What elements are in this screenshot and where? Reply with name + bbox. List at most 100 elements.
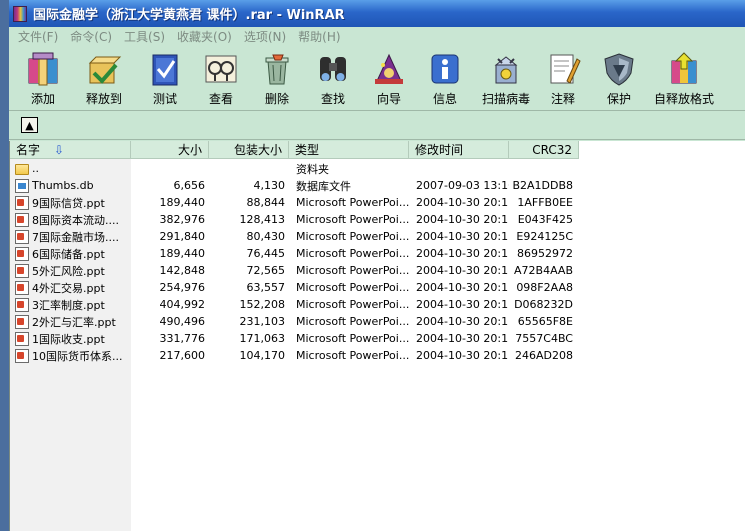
powerpoint-file-icon	[15, 297, 29, 312]
address-bar: ▲	[9, 110, 745, 140]
file-packed-size: 4,130	[253, 179, 286, 192]
powerpoint-file-icon	[15, 331, 29, 346]
file-name: ..	[32, 162, 39, 175]
file-type: Microsoft PowerPoi...	[296, 196, 409, 209]
virus-scan-icon	[487, 51, 525, 87]
file-name: 3汇率制度.ppt	[32, 298, 105, 312]
arrow-up-icon: ▲	[25, 118, 34, 132]
file-list-header: 名字 ⇩ 大小 包装大小 类型 修改时间 CRC32	[10, 141, 745, 159]
column-header-crc[interactable]: CRC32	[509, 141, 579, 159]
file-row[interactable]: 3汇率制度.ppt 404,992 152,208 Microsoft PowerPo…	[10, 296, 745, 313]
file-size: 189,440	[159, 247, 206, 260]
file-type: Microsoft PowerPoi...	[296, 349, 409, 362]
sfx-label: 自释放格式	[653, 92, 714, 106]
file-type: Microsoft PowerPoi...	[296, 315, 409, 328]
virus-scan-button[interactable]: 扫描病毒	[479, 47, 533, 106]
file-type: Microsoft PowerPoi...	[296, 247, 409, 260]
file-row[interactable]: Thumbs.db 6,656 4,130 数据库文件 2007-09-03 13:16…	[10, 177, 745, 194]
test-button[interactable]: 测试	[143, 47, 187, 106]
file-row[interactable]: 7国际金融市场.... 291,840 80,430 Microsoft PowerP…	[10, 228, 745, 245]
powerpoint-file-icon	[15, 314, 29, 329]
find-button[interactable]: 查找	[311, 47, 355, 106]
file-type: 资料夹	[296, 162, 329, 176]
file-packed-size: 72,565	[246, 264, 286, 277]
file-name-cell: 2外汇与汇率.ppt	[10, 314, 131, 330]
file-crc32: E043F425	[517, 213, 573, 226]
wizard-button[interactable]: 向导	[367, 47, 411, 106]
file-packed-size: 152,208	[239, 298, 286, 311]
file-modified-time: 2004-10-30 20:11	[416, 281, 509, 294]
protect-button[interactable]: 保护	[597, 47, 641, 106]
sfx-icon	[665, 51, 703, 87]
column-header-packed[interactable]: 包装大小	[209, 141, 289, 159]
view-icon	[202, 51, 240, 87]
file-size: 490,496	[159, 315, 206, 328]
file-name-cell: 1国际收支.ppt	[10, 331, 131, 347]
file-crc32: 7557C4BC	[515, 332, 573, 345]
file-modified-time: 2004-10-30 20:11	[416, 264, 509, 277]
column-header-modified[interactable]: 修改时间	[409, 141, 509, 159]
file-name: 5外汇风险.ppt	[32, 264, 105, 278]
up-one-level-button[interactable]: ▲	[21, 117, 38, 133]
file-crc32: B2A1DDB8	[512, 179, 573, 192]
file-name-cell: ..	[10, 162, 131, 175]
menu-commands[interactable]: 命令(C)	[64, 28, 118, 45]
delete-icon	[258, 51, 296, 87]
info-label: 信息	[432, 92, 457, 106]
winrar-app-icon[interactable]	[13, 5, 27, 22]
sort-arrow-down-icon: ⇩	[54, 142, 65, 157]
file-name-cell: 9国际信贷.ppt	[10, 195, 131, 211]
file-packed-size: 80,430	[246, 230, 286, 243]
file-row[interactable]: 8国际资本流动.... 382,976 128,413 Microsoft Power…	[10, 211, 745, 228]
file-row[interactable]: 2外汇与汇率.ppt 490,496 231,103 Microsoft PowerP…	[10, 313, 745, 330]
file-row[interactable]: 5外汇风险.ppt 142,848 72,565 Microsoft PowerPoi…	[10, 262, 745, 279]
menu-help[interactable]: 帮助(H)	[292, 28, 346, 45]
extract-to-button[interactable]: 释放到	[77, 47, 131, 106]
column-header-name[interactable]: 名字 ⇩	[10, 141, 131, 159]
file-packed-size: 63,557	[246, 281, 286, 294]
file-name: 6国际储备.ppt	[32, 247, 105, 261]
file-name-cell: 8国际资本流动....	[10, 212, 131, 228]
sfx-button[interactable]: 自释放格式	[653, 47, 715, 106]
file-packed-size: 231,103	[239, 315, 286, 328]
file-crc32: 65565F8E	[517, 315, 573, 328]
desktop-edge	[0, 0, 9, 531]
add-button[interactable]: 添加	[21, 47, 65, 106]
file-row[interactable]: .. 资料夹	[10, 160, 745, 177]
file-row[interactable]: 4外汇交易.ppt 254,976 63,557 Microsoft PowerPoi…	[10, 279, 745, 296]
menu-file[interactable]: 文件(F)	[12, 28, 64, 45]
column-header-type[interactable]: 类型	[289, 141, 409, 159]
file-row[interactable]: 6国际储备.ppt 189,440 76,445 Microsoft PowerPoi…	[10, 245, 745, 262]
file-crc32: 86952972	[517, 247, 573, 260]
file-modified-time: 2004-10-30 20:11	[416, 332, 509, 345]
file-size: 404,992	[159, 298, 206, 311]
info-icon	[426, 51, 464, 87]
file-list[interactable]: 名字 ⇩ 大小 包装大小 类型 修改时间 CRC32 .. 资料夹 Thumbs.d…	[9, 141, 745, 531]
file-row[interactable]: 1国际收支.ppt 331,776 171,063 Microsoft PowerPo…	[10, 330, 745, 347]
menu-options[interactable]: 选项(N)	[238, 28, 292, 45]
menu-tools[interactable]: 工具(S)	[118, 28, 171, 45]
file-row[interactable]: 9国际信贷.ppt 189,440 88,844 Microsoft PowerPoi…	[10, 194, 745, 211]
title-bar[interactable]: 国际金融学（浙江大学黄燕君 课件）.rar - WinRAR	[9, 0, 745, 27]
file-type: Microsoft PowerPoi...	[296, 281, 409, 294]
file-size: 6,656	[173, 179, 206, 192]
test-label: 测试	[152, 92, 177, 106]
file-name: 2外汇与汇率.ppt	[32, 315, 116, 329]
column-header-size[interactable]: 大小	[131, 141, 209, 159]
file-crc32: 246AD208	[515, 349, 573, 362]
powerpoint-file-icon	[15, 348, 29, 363]
file-row[interactable]: 10国际货币体系... 217,600 104,170 Microsoft Power…	[10, 347, 745, 364]
file-modified-time: 2004-10-30 20:11	[416, 349, 509, 362]
file-name: 7国际金融市场....	[32, 230, 119, 244]
file-name: Thumbs.db	[32, 179, 94, 192]
file-size: 142,848	[159, 264, 206, 277]
view-button[interactable]: 查看	[199, 47, 243, 106]
column-name-label: 名字	[16, 143, 41, 157]
header-empty-space	[579, 141, 745, 159]
comment-button[interactable]: 注释	[541, 47, 585, 106]
powerpoint-file-icon	[15, 212, 29, 227]
find-icon	[314, 51, 352, 87]
delete-button[interactable]: 删除	[255, 47, 299, 106]
info-button[interactable]: 信息	[423, 47, 467, 106]
menu-favorites[interactable]: 收藏夹(O)	[171, 28, 238, 45]
